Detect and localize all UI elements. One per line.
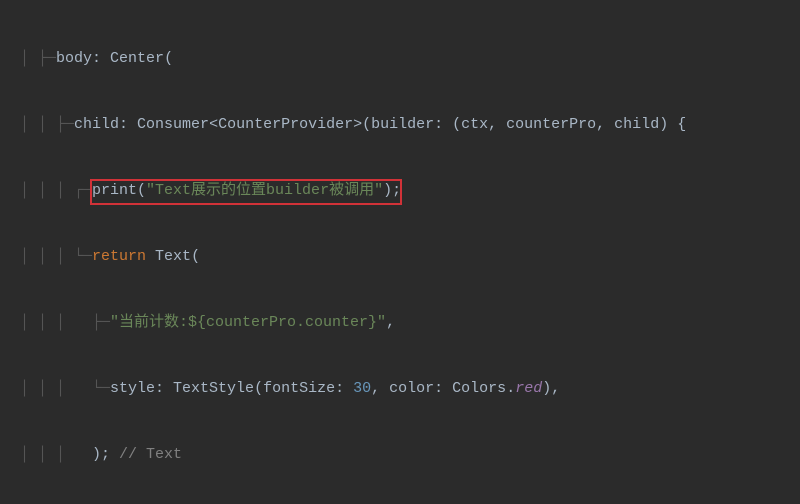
code-line: │ │ │ ├─"当前计数:${counterPro.counter}", [0,312,800,334]
code-line: │ │ │ └─return Text( [0,246,800,268]
code-line: │ │ │ ); // Text [0,444,800,466]
code-line: │ │ ├─child: Consumer<CounterProvider>(b… [0,114,800,136]
code-line: │ │ │ ┌─print("Text展示的位置builder被调用"); [0,180,800,202]
code-line: │ ├─body: Center( [0,48,800,70]
code-editor[interactable]: │ ├─body: Center( │ │ ├─child: Consumer<… [0,0,800,504]
code-line: │ │ │ └─style: TextStyle(fontSize: 30, c… [0,378,800,400]
